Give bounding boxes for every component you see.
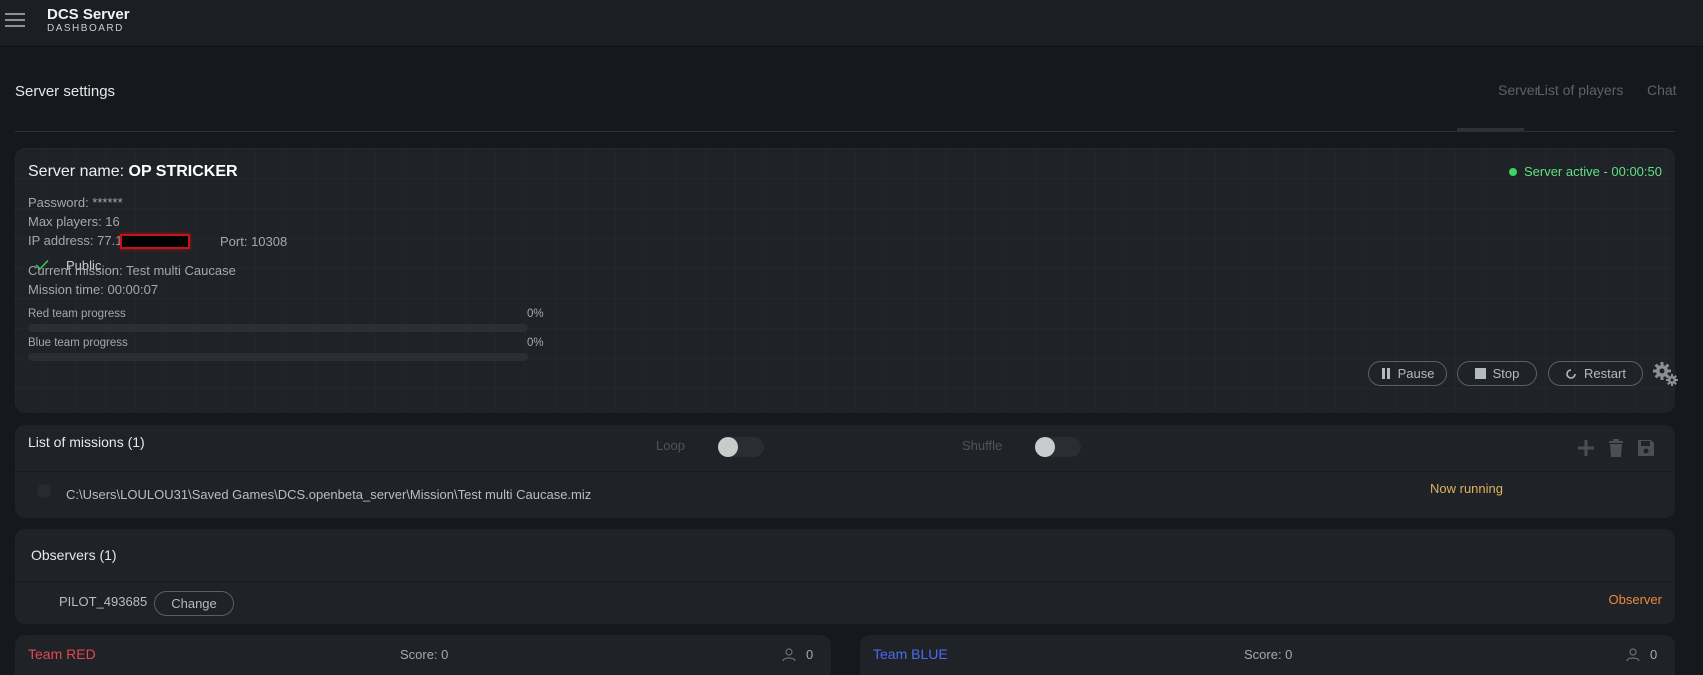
redaction-box bbox=[120, 234, 191, 250]
shuffle-toggle[interactable] bbox=[1035, 437, 1081, 457]
ip-line: IP address: 77.1 bbox=[28, 233, 191, 250]
server-name: Server name: OP STRICKER bbox=[28, 163, 238, 181]
stop-button[interactable]: Stop bbox=[1457, 361, 1537, 386]
password-line: Password: ****** bbox=[28, 195, 123, 210]
observer-role: Observer bbox=[1608, 592, 1662, 607]
blue-progress-bar bbox=[28, 353, 528, 361]
tab-chat[interactable]: Chat bbox=[1647, 82, 1677, 98]
restart-label: Restart bbox=[1584, 366, 1626, 381]
team-blue-count: 0 bbox=[1626, 647, 1657, 662]
mission-select-radio[interactable] bbox=[37, 484, 51, 498]
team-blue-panel: Team BLUE Score: 0 0 bbox=[860, 635, 1675, 675]
tab-list-of-players[interactable]: List of players bbox=[1537, 82, 1623, 98]
missions-divider bbox=[15, 471, 1675, 472]
header-divider bbox=[15, 131, 1675, 132]
blue-progress-percent: 0% bbox=[527, 337, 544, 349]
pause-icon bbox=[1381, 368, 1390, 379]
red-progress-bar bbox=[28, 324, 528, 332]
team-red-count-value: 0 bbox=[806, 647, 814, 662]
shuffle-toggle-knob bbox=[1035, 437, 1055, 457]
page-title: Server settings bbox=[15, 83, 116, 100]
pause-label: Pause bbox=[1397, 366, 1435, 381]
observers-panel: Observers (1) PILOT_493685 Change Observ… bbox=[15, 529, 1675, 624]
team-blue-score: Score: 0 bbox=[1244, 647, 1293, 662]
app-title: DCS Server bbox=[47, 6, 130, 23]
plus-icon[interactable] bbox=[1575, 437, 1597, 459]
port-line: Port: 10308 bbox=[220, 234, 288, 249]
mission-time-line: Mission time: 00:00:07 bbox=[28, 282, 159, 297]
red-progress-label: Red team progress bbox=[28, 308, 126, 320]
save-icon[interactable] bbox=[1635, 437, 1657, 459]
restart-button[interactable]: Restart bbox=[1548, 361, 1643, 386]
user-icon bbox=[782, 647, 796, 661]
server-status: Server active - 00:00:50 bbox=[1508, 164, 1662, 179]
observer-name: PILOT_493685 bbox=[59, 594, 148, 609]
server-name-value: OP STRICKER bbox=[128, 163, 238, 180]
current-mission-line: Current mission: Test multi Caucase bbox=[28, 263, 236, 278]
missions-panel: List of missions (1) Loop Shuffle C:\Use… bbox=[15, 425, 1675, 518]
server-panel: Server name: OP STRICKER Server active -… bbox=[15, 148, 1678, 413]
loop-toggle[interactable] bbox=[718, 437, 764, 457]
restart-icon bbox=[1566, 368, 1576, 379]
mission-path[interactable]: C:\Users\LOULOU31\Saved Games\DCS.openbe… bbox=[66, 487, 591, 502]
missions-title: List of missions (1) bbox=[28, 434, 145, 450]
max-players-line: Max players: 16 bbox=[28, 214, 120, 229]
app-subtitle: DASHBOARD bbox=[47, 23, 124, 34]
red-progress-percent: 0% bbox=[527, 308, 544, 320]
team-red-name: Team RED bbox=[28, 646, 96, 662]
shuffle-label: Shuffle bbox=[962, 438, 1003, 453]
team-blue-name: Team BLUE bbox=[873, 646, 948, 662]
stop-label: Stop bbox=[1492, 366, 1520, 381]
user-icon bbox=[1626, 647, 1640, 661]
team-red-panel: Team RED Score: 0 0 bbox=[15, 635, 831, 675]
change-button[interactable]: Change bbox=[154, 591, 234, 616]
stop-icon bbox=[1474, 368, 1486, 379]
pause-button[interactable]: Pause bbox=[1368, 361, 1447, 386]
loop-label: Loop bbox=[656, 438, 685, 453]
trash-icon[interactable] bbox=[1605, 437, 1627, 459]
team-red-score: Score: 0 bbox=[400, 647, 449, 662]
team-blue-count-value: 0 bbox=[1650, 647, 1658, 662]
server-status-text: Server active - 00:00:50 bbox=[1523, 164, 1662, 179]
gears-icon[interactable] bbox=[1652, 360, 1680, 388]
mission-status: Now running bbox=[1430, 481, 1503, 496]
team-red-count: 0 bbox=[782, 647, 813, 662]
observers-title: Observers (1) bbox=[31, 547, 117, 563]
tab-server[interactable]: Server bbox=[1498, 82, 1539, 98]
menu-icon[interactable] bbox=[5, 13, 25, 29]
loop-toggle-knob bbox=[718, 437, 738, 457]
server-name-label: Server name: bbox=[28, 163, 125, 180]
top-bar: DCS Server DASHBOARD bbox=[0, 0, 1703, 47]
observers-divider bbox=[15, 581, 1675, 582]
ip-address: IP address: 77.1 bbox=[28, 233, 123, 248]
blue-progress-label: Blue team progress bbox=[28, 337, 128, 349]
status-dot-icon bbox=[1508, 167, 1517, 176]
